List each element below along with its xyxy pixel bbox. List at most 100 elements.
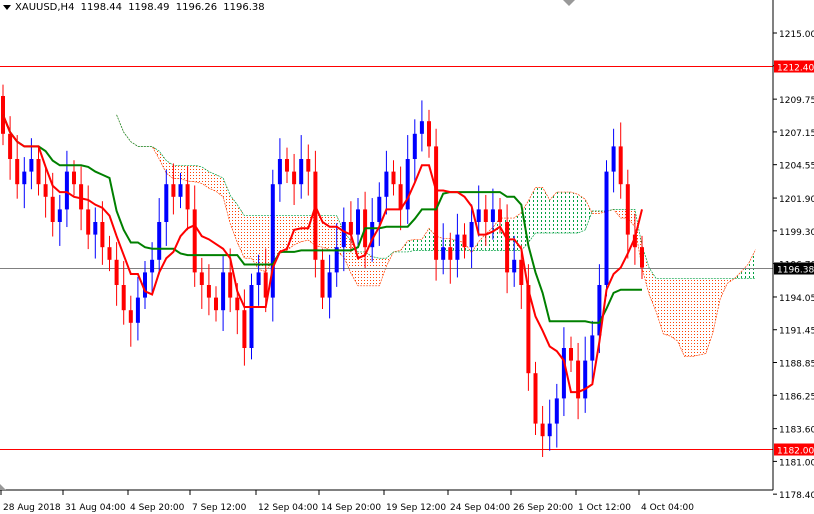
candle xyxy=(121,261,126,325)
y-tick-label: 1178.40 xyxy=(779,491,814,501)
candle xyxy=(199,257,204,309)
candle-body xyxy=(611,146,616,172)
candle xyxy=(412,119,417,183)
candle-body xyxy=(64,171,69,210)
candle xyxy=(128,295,133,347)
cloud-segment xyxy=(549,192,557,234)
candle xyxy=(611,128,616,193)
candle-body xyxy=(434,146,439,260)
candle-body xyxy=(43,184,48,197)
candle xyxy=(455,213,460,278)
cloud-segment xyxy=(407,239,415,252)
cloud-segment xyxy=(535,187,543,234)
cloud-segment xyxy=(571,192,579,234)
candle xyxy=(554,383,559,448)
candle-body xyxy=(57,209,62,222)
cloud-segment xyxy=(663,278,671,337)
cloud-segment xyxy=(258,215,266,272)
candle-body xyxy=(100,222,105,248)
candle-body xyxy=(242,310,247,348)
cloud-segment xyxy=(173,165,181,179)
candle xyxy=(150,242,155,294)
candle-body xyxy=(114,259,119,285)
candle-body xyxy=(277,159,282,185)
candle-body xyxy=(135,297,140,323)
candle-body xyxy=(143,272,147,298)
candle-body xyxy=(554,398,559,424)
candle-body xyxy=(228,272,233,298)
candle xyxy=(561,327,566,417)
candle xyxy=(547,399,552,451)
candle-body xyxy=(8,133,13,159)
candle xyxy=(583,336,588,413)
y-tick-label: 1204.55 xyxy=(779,162,814,172)
candle-body xyxy=(427,121,431,147)
level-price-label: 1182.00 xyxy=(777,447,814,457)
candle xyxy=(505,204,510,294)
candle xyxy=(576,342,581,420)
candle-body xyxy=(292,171,297,185)
cloud-segment xyxy=(208,171,216,192)
candle xyxy=(419,100,424,152)
cloud-segment xyxy=(563,192,571,234)
candle xyxy=(206,264,211,316)
y-tick-label: 1191.45 xyxy=(779,327,814,337)
candle xyxy=(313,150,318,278)
candle-body xyxy=(150,259,155,273)
candle-body xyxy=(533,373,538,424)
candle xyxy=(384,150,389,215)
candle-body xyxy=(476,209,481,222)
y-tick-label: 1199.30 xyxy=(779,228,814,238)
candle-body xyxy=(306,159,311,172)
y-tick-label: 1186.25 xyxy=(779,392,814,402)
candle xyxy=(157,198,162,275)
candle xyxy=(164,169,169,246)
candle xyxy=(320,248,325,309)
scroll-marker-icon xyxy=(0,484,6,490)
level-price-label: 1212.40 xyxy=(777,64,814,74)
cloud-segment xyxy=(237,204,245,259)
candle xyxy=(306,144,311,196)
candle-body xyxy=(107,247,112,260)
candle xyxy=(8,116,13,180)
candle-body xyxy=(214,297,218,311)
candle xyxy=(427,109,431,158)
candle-body xyxy=(618,146,623,185)
price-chart[interactable]: 1215.00 1212.40 1209.75 1207.15 1204.55 1201.… xyxy=(0,0,814,514)
y-tick-label: 1181.00 xyxy=(779,458,814,468)
x-tick-label: 26 Sep 20:00 xyxy=(513,503,573,513)
candle-body xyxy=(462,234,467,248)
candle xyxy=(242,289,247,366)
candle xyxy=(57,194,62,246)
candle-body xyxy=(164,184,169,222)
candle-body xyxy=(356,209,360,235)
candle-body xyxy=(547,423,552,437)
candle-body xyxy=(327,272,332,298)
candle-body xyxy=(15,159,20,185)
candle xyxy=(441,223,446,275)
cloud-segment xyxy=(201,166,209,189)
chart-shift-marker-icon[interactable] xyxy=(563,0,575,6)
cloud-segment xyxy=(656,278,664,334)
price-axis: 1215.00 1212.40 1209.75 1207.15 1204.55 1201.… xyxy=(773,30,814,501)
cloud-segment xyxy=(421,228,429,251)
candle xyxy=(36,147,41,196)
candle-body xyxy=(341,222,346,248)
candle xyxy=(398,166,403,231)
cloud-segment xyxy=(649,267,657,312)
candle xyxy=(15,135,20,199)
candle-body xyxy=(590,335,595,361)
cloud-segment xyxy=(748,249,756,279)
candle-body xyxy=(348,222,353,235)
candle-body xyxy=(36,159,41,185)
candle xyxy=(43,166,48,218)
cloud-segment xyxy=(677,278,685,357)
cloud-segment xyxy=(216,174,224,197)
candle-body xyxy=(256,272,261,285)
candle xyxy=(618,122,623,199)
candle xyxy=(135,276,140,341)
candle-body xyxy=(199,272,204,285)
level-price-label: 1196.38 xyxy=(777,266,814,276)
cloud-segment xyxy=(691,278,699,357)
cloud-segment xyxy=(542,187,550,234)
